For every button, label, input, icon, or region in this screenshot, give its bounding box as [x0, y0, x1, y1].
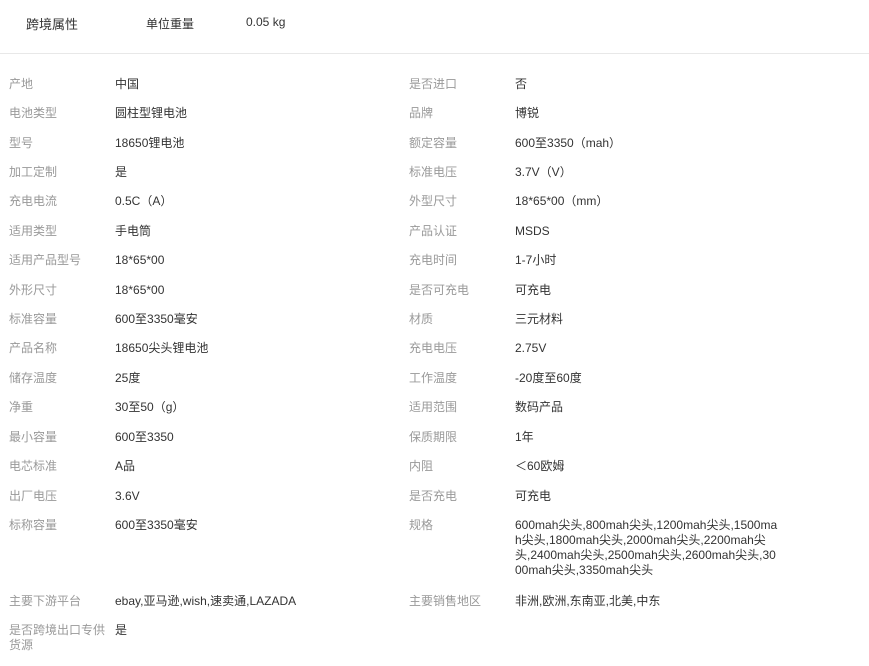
- attr-label: 标准容量: [9, 312, 58, 326]
- attr-value: 可充电: [515, 283, 552, 297]
- attr-label: 适用范围: [409, 400, 458, 414]
- attr-label: 是否进口: [409, 77, 458, 91]
- attr-label: 主要销售地区: [409, 594, 482, 608]
- attribute-grid: 产地 中国 电池类型 圆柱型锂电池 型号 18650锂电池 加工定制 是 充电电…: [0, 0, 869, 666]
- attr-value: 600至3350（mah）: [515, 136, 622, 150]
- attr-value: 1-7小时: [515, 253, 557, 267]
- attr-label: 型号: [9, 136, 34, 150]
- attr-label: 储存温度: [9, 371, 58, 385]
- attr-value: 3.7V（V）: [515, 165, 572, 179]
- attr-label: 最小容量: [9, 430, 58, 444]
- attr-value: 18650尖头锂电池: [115, 341, 209, 355]
- attr-value: ebay,亚马逊,wish,速卖通,LAZADA: [115, 594, 297, 608]
- attr-label: 标准电压: [409, 165, 458, 179]
- attr-value: 18*65*00: [115, 253, 165, 267]
- attr-value: 18650锂电池: [115, 136, 185, 150]
- attr-value: 18*65*00: [115, 283, 165, 297]
- attr-label: 加工定制: [9, 165, 58, 179]
- attr-label: 产品认证: [409, 224, 458, 238]
- attr-label: 产地: [9, 77, 34, 91]
- attr-value: 中国: [115, 77, 140, 91]
- attr-label: 电池类型: [9, 106, 58, 120]
- attr-value: 数码产品: [515, 400, 564, 414]
- attr-value: A品: [115, 459, 136, 473]
- attr-value: 圆柱型锂电池: [115, 106, 188, 120]
- attr-value: -20度至60度: [515, 371, 582, 385]
- attr-label: 充电电压: [409, 341, 458, 355]
- attr-label: 规格: [409, 518, 434, 532]
- attr-value: 1年: [515, 430, 534, 444]
- attr-label: 产品名称: [9, 341, 58, 355]
- attr-value: 是: [115, 623, 128, 637]
- attr-value: 博锐: [515, 106, 540, 120]
- attr-label: 是否跨境出口专供货源: [9, 623, 106, 652]
- attr-label: 外形尺寸: [9, 283, 58, 297]
- attr-value: 25度: [115, 371, 141, 385]
- attr-value: 18*65*00（mm）: [515, 194, 609, 208]
- attr-label: 标称容量: [9, 518, 58, 532]
- attr-value: 600mah尖头,800mah尖头,1200mah尖头,1500mah尖头,18…: [515, 518, 778, 577]
- attr-label: 适用产品型号: [9, 253, 82, 267]
- attr-label: 外型尺寸: [409, 194, 458, 208]
- attr-label: 主要下游平台: [9, 594, 82, 608]
- attr-value: 2.75V: [515, 341, 547, 355]
- attr-value: 否: [515, 77, 528, 91]
- attr-label: 出厂电压: [9, 489, 58, 503]
- attr-label: 适用类型: [9, 224, 58, 238]
- attr-value: 600至3350: [115, 430, 174, 444]
- attr-value: ＜60欧姆: [515, 459, 565, 473]
- attr-value: 非洲,欧洲,东南亚,北美,中东: [515, 594, 661, 608]
- attr-value: MSDS: [515, 224, 550, 238]
- attr-label: 品牌: [409, 106, 434, 120]
- attr-value: 可充电: [515, 489, 552, 503]
- attr-value: 是: [115, 165, 128, 179]
- attr-label: 是否充电: [409, 489, 458, 503]
- attr-label: 内阻: [409, 459, 434, 473]
- attr-label: 是否可充电: [409, 283, 470, 297]
- attr-value: 手电筒: [115, 224, 152, 238]
- attr-label: 额定容量: [409, 136, 458, 150]
- attr-label: 充电电流: [9, 194, 58, 208]
- attr-value: 30至50（g）: [115, 400, 185, 414]
- attr-value: 三元材料: [515, 312, 564, 326]
- attr-value: 600至3350毫安: [115, 312, 198, 326]
- attr-value: 0.5C（A）: [115, 194, 173, 208]
- attr-label: 材质: [409, 312, 434, 326]
- attr-value: 3.6V: [115, 489, 140, 503]
- attr-label: 充电时间: [409, 253, 458, 267]
- attr-label: 保质期限: [409, 430, 458, 444]
- attr-value: 600至3350毫安: [115, 518, 198, 532]
- attr-label: 电芯标准: [9, 459, 58, 473]
- attr-label: 工作温度: [409, 371, 458, 385]
- attr-label: 净重: [9, 400, 34, 414]
